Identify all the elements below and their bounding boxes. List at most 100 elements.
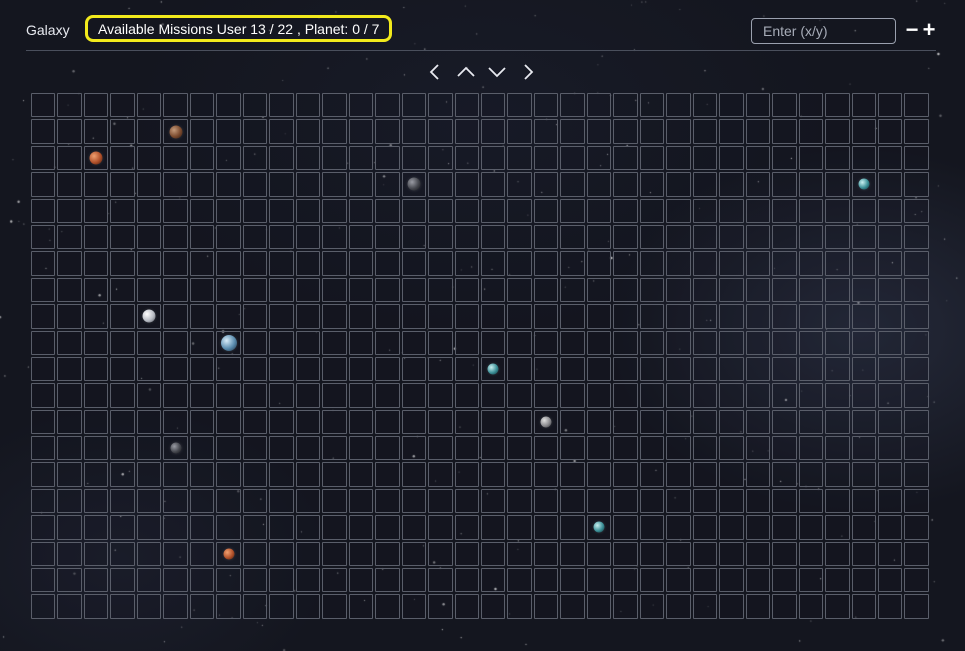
grid-cell[interactable]	[348, 383, 374, 408]
grid-cell[interactable]	[136, 330, 162, 355]
grid-cell[interactable]	[613, 568, 638, 593]
grid-cell[interactable]	[745, 198, 771, 223]
grid-cell[interactable]	[375, 356, 400, 382]
grid-cell[interactable]	[295, 224, 321, 250]
grid-cell[interactable]	[322, 356, 347, 382]
grid-cell[interactable]	[242, 594, 268, 619]
grid-cell[interactable]	[798, 145, 824, 171]
grid-cell[interactable]	[560, 462, 585, 487]
grid-cell[interactable]	[57, 356, 82, 382]
grid-cell[interactable]	[189, 515, 215, 540]
grid-cell[interactable]	[375, 541, 400, 567]
grid-cell[interactable]	[110, 198, 135, 223]
grid-cell[interactable]	[57, 462, 82, 487]
grid-cell[interactable]	[375, 488, 400, 514]
grid-cell[interactable]	[480, 409, 506, 435]
grid-cell[interactable]	[428, 409, 453, 435]
grid-cell[interactable]	[375, 251, 400, 276]
grid-cell[interactable]	[401, 462, 427, 487]
grid-cell[interactable]	[533, 224, 559, 250]
grid-cell[interactable]	[428, 119, 453, 144]
grid-cell[interactable]	[454, 594, 479, 619]
grid-cell[interactable]	[428, 462, 453, 487]
grid-cell[interactable]	[454, 515, 479, 540]
grid-cell[interactable]	[533, 594, 559, 619]
grid-cell[interactable]	[269, 488, 294, 514]
grid-cell[interactable]	[480, 172, 506, 197]
grid-cell[interactable]	[163, 594, 188, 619]
grid-cell[interactable]	[507, 568, 532, 593]
grid-cell[interactable]	[242, 304, 268, 329]
grid-cell[interactable]	[110, 172, 135, 197]
grid-cell[interactable]	[745, 330, 771, 355]
grid-cell[interactable]	[31, 119, 56, 144]
grid-cell[interactable]	[639, 304, 665, 329]
grid-cell[interactable]	[216, 172, 241, 197]
grid-cell[interactable]	[480, 462, 506, 487]
grid-cell[interactable]	[295, 436, 321, 461]
grid-cell[interactable]	[428, 515, 453, 540]
grid-cell[interactable]	[560, 330, 585, 355]
grid-cell[interactable]	[216, 383, 241, 408]
grid-cell[interactable]	[825, 277, 850, 303]
grid-cell[interactable]	[163, 304, 188, 329]
grid-cell[interactable]	[692, 515, 718, 540]
grid-cell[interactable]	[692, 145, 718, 171]
grid-cell-planet[interactable]	[533, 409, 559, 435]
grid-cell[interactable]	[216, 515, 241, 540]
grid-cell[interactable]	[851, 462, 876, 487]
grid-cell[interactable]	[560, 515, 585, 540]
grid-cell[interactable]	[269, 277, 294, 303]
grid-cell[interactable]	[348, 515, 374, 540]
grid-cell[interactable]	[163, 251, 188, 276]
grid-cell[interactable]	[825, 462, 850, 487]
grid-cell[interactable]	[57, 277, 82, 303]
grid-cell[interactable]	[533, 93, 559, 118]
grid-cell[interactable]	[851, 119, 876, 144]
grid-cell[interactable]	[401, 436, 427, 461]
grid-cell[interactable]	[745, 172, 771, 197]
grid-cell[interactable]	[83, 330, 109, 355]
grid-cell[interactable]	[136, 251, 162, 276]
grid-cell[interactable]	[269, 409, 294, 435]
grid-cell[interactable]	[772, 436, 797, 461]
grid-cell[interactable]	[560, 198, 585, 223]
grid-cell[interactable]	[798, 594, 824, 619]
grid-cell[interactable]	[639, 330, 665, 355]
grid-cell[interactable]	[242, 409, 268, 435]
grid-cell[interactable]	[216, 488, 241, 514]
grid-cell[interactable]	[613, 145, 638, 171]
grid-cell[interactable]	[719, 277, 744, 303]
grid-cell[interactable]	[295, 515, 321, 540]
grid-cell[interactable]	[851, 541, 876, 567]
grid-cell[interactable]	[878, 594, 903, 619]
grid-cell[interactable]	[745, 145, 771, 171]
grid-cell[interactable]	[401, 224, 427, 250]
grid-cell[interactable]	[83, 224, 109, 250]
grid-cell[interactable]	[480, 594, 506, 619]
grid-cell[interactable]	[31, 568, 56, 593]
grid-cell[interactable]	[745, 541, 771, 567]
grid-cell[interactable]	[189, 541, 215, 567]
grid-cell[interactable]	[322, 568, 347, 593]
grid-cell[interactable]	[692, 172, 718, 197]
grid-cell[interactable]	[639, 462, 665, 487]
grid-cell[interactable]	[83, 356, 109, 382]
grid-cell[interactable]	[322, 172, 347, 197]
grid-cell-planet[interactable]	[163, 119, 188, 144]
grid-cell[interactable]	[904, 145, 929, 171]
grid-cell[interactable]	[772, 119, 797, 144]
grid-cell[interactable]	[163, 93, 188, 118]
grid-cell[interactable]	[110, 568, 135, 593]
grid-cell[interactable]	[242, 462, 268, 487]
grid-cell[interactable]	[428, 356, 453, 382]
grid-cell[interactable]	[666, 119, 691, 144]
grid-cell-planet[interactable]	[216, 330, 241, 355]
grid-cell[interactable]	[533, 251, 559, 276]
grid-cell[interactable]	[904, 304, 929, 329]
grid-cell[interactable]	[719, 119, 744, 144]
grid-cell-planet[interactable]	[480, 356, 506, 382]
grid-cell[interactable]	[401, 356, 427, 382]
grid-cell[interactable]	[216, 436, 241, 461]
grid-cell[interactable]	[745, 356, 771, 382]
